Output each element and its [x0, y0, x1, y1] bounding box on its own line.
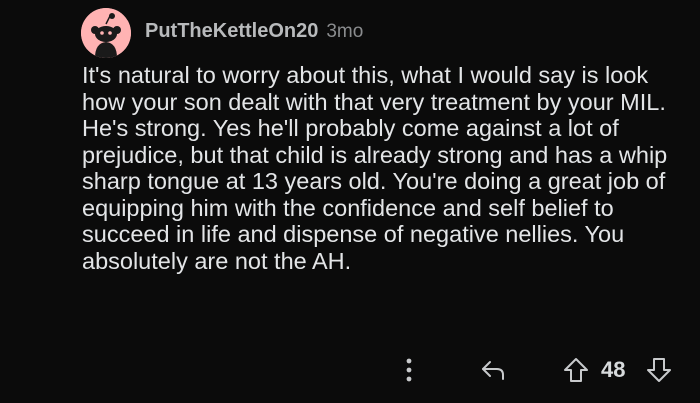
- upvote-arrow-icon: [564, 358, 588, 382]
- user-avatar[interactable]: [81, 8, 131, 58]
- downvote-arrow-icon: [647, 358, 671, 382]
- more-options-button[interactable]: [398, 354, 420, 386]
- comment: PutTheKettleOn20 3mo It's natural to wor…: [0, 0, 700, 403]
- downvote-button[interactable]: [645, 356, 673, 384]
- username-link[interactable]: PutTheKettleOn20: [145, 20, 318, 43]
- more-vertical-icon: [406, 358, 412, 382]
- snoo-avatar-icon: [81, 8, 131, 58]
- comment-header: PutTheKettleOn20 3mo: [145, 20, 363, 46]
- comment-timestamp: 3mo: [326, 21, 364, 42]
- comment-body: It's natural to worry about this, what I…: [82, 62, 668, 274]
- comment-actions: 48: [0, 350, 700, 390]
- upvote-button[interactable]: [562, 356, 590, 384]
- vote-score: 48: [601, 357, 626, 382]
- reply-arrow-icon: [482, 361, 504, 380]
- reply-button[interactable]: [478, 356, 508, 384]
